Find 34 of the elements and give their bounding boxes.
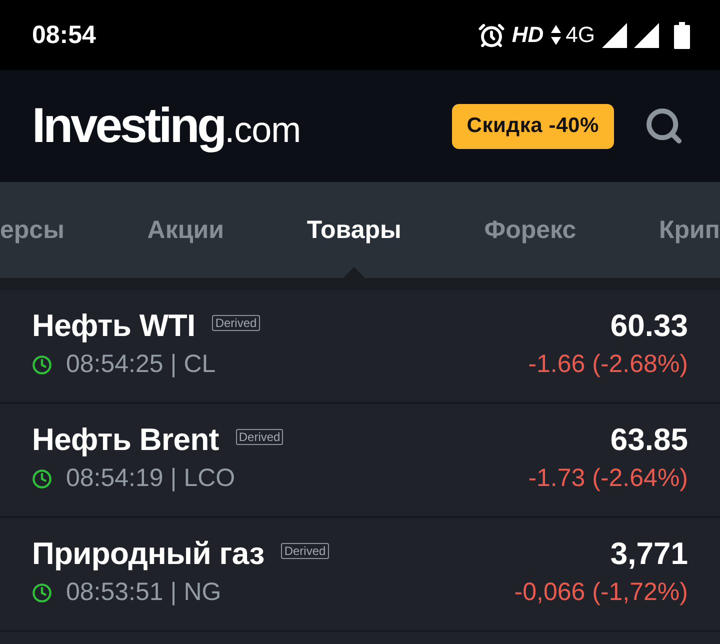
derived-tag: Derived xyxy=(236,429,284,445)
search-icon[interactable] xyxy=(644,106,684,146)
price-change: -1.73 (-2.64%) xyxy=(528,464,688,493)
instrument-name: Природный газ xyxy=(32,536,264,572)
price-change: -1.66 (-2.68%) xyxy=(528,350,688,379)
investing-logo[interactable]: Investing.com xyxy=(32,98,301,154)
status-time: 08:54 xyxy=(32,20,96,50)
battery-icon xyxy=(674,22,690,48)
clock-icon xyxy=(32,582,52,602)
last-price: 63.85 xyxy=(610,422,688,458)
signal-icon xyxy=(602,22,627,48)
category-tab[interactable]: Форекс xyxy=(484,182,576,278)
category-tab[interactable]: Крип xyxy=(658,182,720,278)
last-price: 60.33 xyxy=(610,308,688,344)
clock-icon xyxy=(32,354,52,374)
category-tab[interactable]: Акции xyxy=(147,182,224,278)
instrument-name: Нефть Brent xyxy=(32,422,219,458)
derived-tag: Derived xyxy=(281,543,329,559)
price-change: -0,066 (-1,72%) xyxy=(514,578,688,607)
clock-icon xyxy=(32,468,52,488)
network-type: 4G xyxy=(566,22,595,48)
quote-time-symbol: 08:54:19 | LCO xyxy=(66,464,236,493)
discount-button[interactable]: Скидка -40% xyxy=(452,104,614,148)
derived-tag: Derived xyxy=(212,315,260,331)
up-down-arrows-icon xyxy=(550,25,561,45)
quote-time-symbol: 08:53:51 | NG xyxy=(66,578,222,607)
instrument-name: Нефть WTI xyxy=(32,308,196,344)
category-tab[interactable]: ерсы xyxy=(0,182,64,278)
signal-icon xyxy=(634,22,659,48)
quote-time-symbol: 08:54:25 | CL xyxy=(66,350,216,379)
alarm-clock-icon xyxy=(478,22,505,48)
hd-label: HD xyxy=(512,22,544,48)
last-price: 3,771 xyxy=(610,536,688,572)
category-tab[interactable]: Товары xyxy=(306,182,402,278)
